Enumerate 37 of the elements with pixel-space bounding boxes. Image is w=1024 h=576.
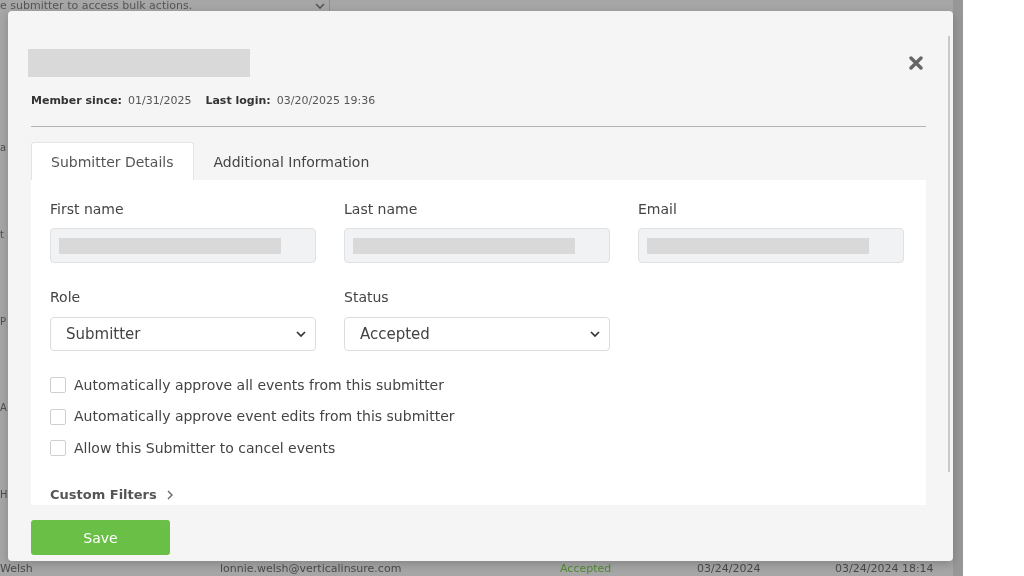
checkbox[interactable] (50, 377, 66, 393)
page-scrollbar[interactable] (953, 0, 963, 576)
checkbox-label[interactable]: Automatically approve all events from this submitter (74, 376, 444, 394)
table-cell: H (0, 489, 7, 501)
chevron-down-icon (296, 331, 306, 337)
field-label: Role (50, 289, 82, 306)
chevron-right-icon (166, 489, 173, 500)
chevron-down-icon (590, 331, 600, 337)
meta-label: Last login: (205, 94, 271, 107)
chevron-down-icon (315, 2, 325, 9)
meta-value: 03/20/2025 19:36 (276, 94, 376, 107)
dropdown[interactable]: Accepted (344, 317, 610, 351)
field-label: Last name (344, 201, 419, 218)
checkbox[interactable] (50, 408, 66, 425)
checkbox-label[interactable]: Automatically approve event edits from this submitter (74, 408, 455, 425)
tab[interactable]: Submitter Details (31, 142, 194, 180)
table-cell-text: t (0, 228, 5, 241)
table-cell: 03/24/2024 (697, 562, 761, 575)
table-cell: 03/24/2024 18:14 (835, 562, 934, 575)
field-label: Status (344, 289, 390, 306)
checkbox-label[interactable]: Allow this Submitter to cancel events (74, 439, 336, 457)
status-text: Accepted (560, 562, 612, 575)
tab[interactable]: Additional Information (193, 142, 390, 180)
table-cell: A (0, 402, 7, 415)
scrollbar-thumb[interactable] (948, 36, 950, 472)
table-cell: lonnie.welsh@verticalinsure.com (220, 562, 402, 575)
table-cell: Welsh (0, 562, 33, 575)
checkbox[interactable] (50, 440, 66, 456)
field-label: First name (50, 201, 125, 218)
field-label: Email (638, 201, 678, 218)
dropdown[interactable]: Submitter (50, 317, 316, 351)
close-icon[interactable] (909, 56, 923, 70)
custom-filters-toggle[interactable]: Custom Filters (50, 486, 173, 503)
meta-label: Member since: (31, 94, 122, 107)
table-cell: P (0, 315, 7, 328)
table-cell: a (0, 142, 7, 154)
meta-value: 01/31/2025 (128, 94, 192, 107)
